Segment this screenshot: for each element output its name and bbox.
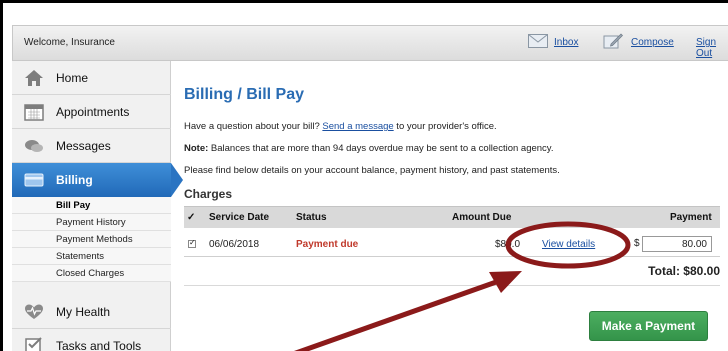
payment-column: Payment bbox=[670, 212, 712, 223]
sidebar-item-billing[interactable]: Billing bbox=[12, 163, 183, 197]
sidebar-item-label: Home bbox=[56, 71, 89, 85]
subnav-bill-pay[interactable]: Bill Pay bbox=[12, 197, 171, 214]
note-text: Balances that are more than 94 days over… bbox=[208, 143, 554, 154]
charges-heading: Charges bbox=[184, 187, 233, 201]
total-value: $80.00 bbox=[683, 264, 720, 278]
status-cell: Payment due bbox=[296, 239, 359, 250]
welcome-text: Welcome, Insurance bbox=[24, 37, 115, 48]
question-text-end: to your provider's office. bbox=[393, 121, 497, 132]
question-text: Have a question about your bill? bbox=[184, 121, 323, 132]
app-window: Welcome, Insurance Inbox Compose Sign Ou… bbox=[0, 0, 728, 351]
subnav-label: Payment Methods bbox=[56, 234, 133, 245]
sidebar-item-appointments[interactable]: Appointments bbox=[12, 95, 171, 129]
sign-out-link[interactable]: Sign Out bbox=[696, 37, 728, 59]
total-amount: Total: $80.00 bbox=[648, 264, 720, 278]
amount-due-cell: $80.0 bbox=[495, 239, 521, 250]
service-date-column: Service Date bbox=[209, 212, 270, 223]
details-line: Please find below details on your accoun… bbox=[184, 165, 560, 176]
subnav-closed-charges[interactable]: Closed Charges bbox=[12, 265, 171, 282]
subnav-label: Statements bbox=[56, 251, 105, 262]
calendar-icon bbox=[24, 104, 44, 121]
divider bbox=[184, 285, 720, 286]
status-column: Status bbox=[296, 212, 327, 223]
heart-pulse-icon bbox=[25, 304, 43, 319]
select-all-column[interactable]: ✓ bbox=[187, 212, 195, 223]
service-date-cell: 06/06/2018 bbox=[209, 239, 260, 250]
sidebar-item-home[interactable]: Home bbox=[12, 61, 171, 95]
view-details-link[interactable]: View details bbox=[542, 239, 595, 250]
top-bar: Welcome, Insurance Inbox Compose Sign Ou… bbox=[12, 25, 728, 61]
chat-bubbles-icon bbox=[25, 140, 43, 152]
currency-symbol: $ bbox=[634, 238, 640, 249]
sidebar-item-label: Billing bbox=[56, 173, 93, 187]
subnav-label: Bill Pay bbox=[56, 200, 91, 211]
inbox-link[interactable]: Inbox bbox=[554, 37, 578, 48]
amount-due-column: Amount Due bbox=[452, 212, 512, 223]
subnav-label: Payment History bbox=[56, 217, 126, 228]
make-payment-button[interactable]: Make a Payment bbox=[589, 311, 708, 341]
sidebar-item-label: Appointments bbox=[56, 105, 130, 119]
subnav-payment-history[interactable]: Payment History bbox=[12, 214, 171, 231]
sidebar-item-messages[interactable]: Messages bbox=[12, 129, 171, 163]
mail-icon[interactable] bbox=[528, 34, 548, 48]
main-content: Billing / Bill Pay Have a question about… bbox=[184, 61, 728, 351]
active-indicator bbox=[171, 163, 183, 197]
sidebar-item-label: My Health bbox=[56, 305, 111, 319]
checklist-icon bbox=[25, 337, 42, 351]
sidebar-nav: Home Appointments Messages Billing Bill … bbox=[12, 61, 183, 351]
subnav-statements[interactable]: Statements bbox=[12, 248, 171, 265]
sidebar-item-my-health[interactable]: My Health bbox=[12, 295, 171, 329]
compose-link[interactable]: Compose bbox=[631, 37, 674, 48]
sidebar-item-label: Messages bbox=[56, 139, 111, 153]
question-line: Have a question about your bill? Send a … bbox=[184, 121, 497, 132]
page-title: Billing / Bill Pay bbox=[184, 86, 305, 103]
billing-card-icon bbox=[24, 173, 44, 187]
view-details-cell: View details bbox=[542, 239, 595, 250]
note-line: Note: Balances that are more than 94 day… bbox=[184, 143, 553, 154]
charges-table-header: ✓ Service Date Status Amount Due Payment bbox=[184, 206, 720, 228]
send-message-link[interactable]: Send a message bbox=[322, 121, 393, 132]
payment-amount-input[interactable] bbox=[642, 236, 712, 252]
note-label: Note: bbox=[184, 143, 209, 154]
compose-icon[interactable] bbox=[603, 33, 623, 49]
sidebar-item-label: Tasks and Tools bbox=[56, 339, 142, 351]
total-label: Total: bbox=[648, 264, 680, 278]
row-checkbox[interactable] bbox=[188, 238, 196, 248]
subnav-label: Closed Charges bbox=[56, 268, 125, 279]
subnav-payment-methods[interactable]: Payment Methods bbox=[12, 231, 171, 248]
home-icon bbox=[25, 70, 43, 86]
sidebar-item-tasks-and-tools[interactable]: Tasks and Tools bbox=[12, 329, 171, 351]
